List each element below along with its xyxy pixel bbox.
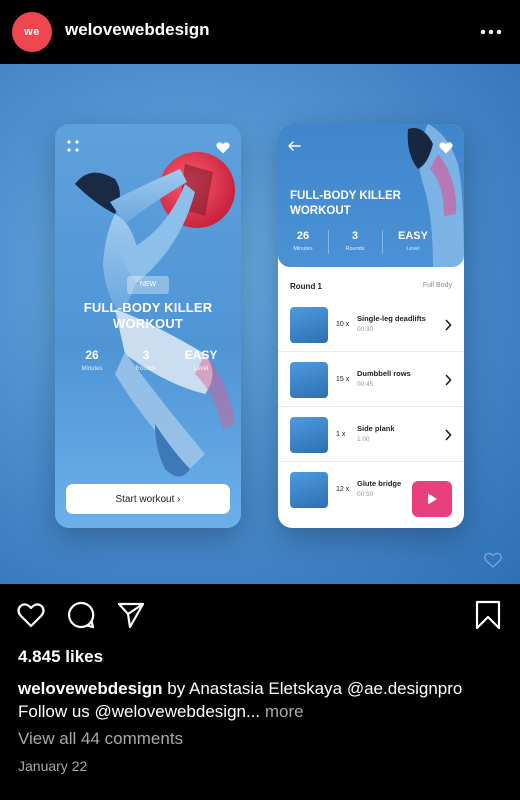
stat-minutes: 26 Minutes [290, 230, 316, 252]
post-image[interactable]: NEW FULL-BODY KILLER WORKOUT 26 Minutes … [0, 64, 520, 584]
exercise-reps: 12 x [336, 486, 350, 493]
stat-divider [328, 230, 329, 254]
stat-label: Rounds [135, 366, 157, 372]
stat-value: 3 [142, 348, 150, 362]
like-heart-icon[interactable] [16, 600, 46, 630]
bookmark-icon[interactable] [473, 600, 503, 630]
stat-value: EASY [398, 230, 428, 242]
exercise-thumbnail [290, 307, 328, 343]
phone-mockup-intro: NEW FULL-BODY KILLER WORKOUT 26 Minutes … [55, 124, 241, 528]
exercise-row[interactable]: 15 x Dumbbell rows 00:45 [278, 353, 464, 407]
exercise-time: 1:00 [357, 436, 370, 443]
stat-rounds: 3 Rounds [129, 348, 163, 372]
comment-bubble-icon[interactable] [66, 600, 96, 630]
workout-title: FULL-BODY KILLER WORKOUT [55, 300, 241, 332]
stat-label: Rounds [345, 246, 365, 252]
exercise-time: 00:50 [357, 491, 374, 498]
favorite-heart-icon[interactable] [216, 141, 230, 154]
workout-type-label: Full Body [422, 282, 452, 289]
more-link[interactable]: more [260, 702, 304, 721]
round-label: Round 1 [290, 282, 322, 291]
exercise-time: 00:45 [357, 381, 374, 388]
exercise-thumbnail [290, 472, 328, 508]
exercise-name: Single-leg deadlifts [357, 314, 426, 323]
like-animation-heart-icon [484, 552, 502, 568]
exercise-name: Dumbbell rows [357, 369, 411, 378]
workout-title: FULL-BODY KILLER WORKOUT [290, 189, 401, 219]
username[interactable]: welovewebdesign [65, 20, 210, 40]
post-caption: welovewebdesign by Anastasia Eletskaya @… [18, 677, 508, 723]
caption-line2: Follow us @welovewebdesign... [18, 702, 261, 721]
chevron-right-icon[interactable] [444, 429, 452, 441]
phone-mockup-exercises: FULL-BODY KILLER WORKOUT 26 Minutes 3 Ro… [278, 124, 464, 528]
avatar[interactable]: we [12, 12, 52, 52]
avatar-text: we [24, 26, 40, 38]
exercise-row[interactable]: 1 x Side plank 1:00 [278, 408, 464, 462]
likes-count[interactable]: 4.845 likes [18, 647, 103, 667]
stat-value: 26 [85, 348, 99, 362]
chevron-right-icon[interactable] [444, 319, 452, 331]
exercise-reps: 1 x [336, 431, 346, 438]
play-button[interactable] [412, 481, 452, 517]
view-comments-link[interactable]: View all 44 comments [18, 729, 183, 749]
exercise-reps: 10 x [336, 321, 350, 328]
exercise-row[interactable]: 10 x Single-leg deadlifts 00:30 [278, 298, 464, 352]
more-options-icon[interactable] [480, 24, 502, 40]
post-date: January 22 [18, 758, 88, 774]
start-workout-button[interactable]: Start workout › [66, 484, 230, 514]
caption-author[interactable]: welovewebdesign [18, 679, 163, 698]
exercise-name: Side plank [357, 424, 395, 433]
new-badge: NEW [127, 276, 169, 294]
stat-value: 26 [296, 230, 310, 242]
stat-value: EASY [184, 348, 218, 362]
exercise-time: 00:30 [357, 326, 374, 333]
workout-header-card: FULL-BODY KILLER WORKOUT 26 Minutes 3 Ro… [278, 124, 464, 267]
workout-title-line1: FULL-BODY KILLER [83, 300, 213, 315]
chevron-right-icon[interactable] [444, 374, 452, 386]
exercise-thumbnail [290, 362, 328, 398]
stat-rounds: 3 Rounds [342, 230, 368, 252]
exercise-name: Glute bridge [357, 479, 402, 488]
play-icon [428, 493, 437, 505]
stat-divider [382, 230, 383, 254]
workout-title-line1: FULL-BODY KILLER [290, 190, 401, 202]
stat-label: Level [406, 246, 420, 252]
favorite-heart-icon[interactable] [439, 141, 453, 154]
back-arrow-icon[interactable] [288, 141, 301, 151]
exercise-thumbnail [290, 417, 328, 453]
stat-level: EASY Level [394, 230, 432, 252]
stat-value: 3 [351, 230, 359, 242]
caption-text: by Anastasia Eletskaya @ae.designpro [162, 679, 463, 698]
stat-label: Level [193, 366, 209, 372]
stat-label: Minutes [293, 246, 313, 252]
workout-title-line2: WORKOUT [113, 316, 183, 331]
exercise-reps: 15 x [336, 376, 350, 383]
grid-dots-icon[interactable] [67, 140, 79, 152]
stat-label: Minutes [81, 366, 103, 372]
stat-minutes: 26 Minutes [75, 348, 109, 372]
stat-level: EASY Level [181, 348, 221, 372]
share-send-icon[interactable] [116, 600, 146, 630]
post-header: we welovewebdesign [0, 0, 520, 64]
action-bar [0, 584, 520, 640]
workout-title-line2: WORKOUT [290, 205, 351, 217]
